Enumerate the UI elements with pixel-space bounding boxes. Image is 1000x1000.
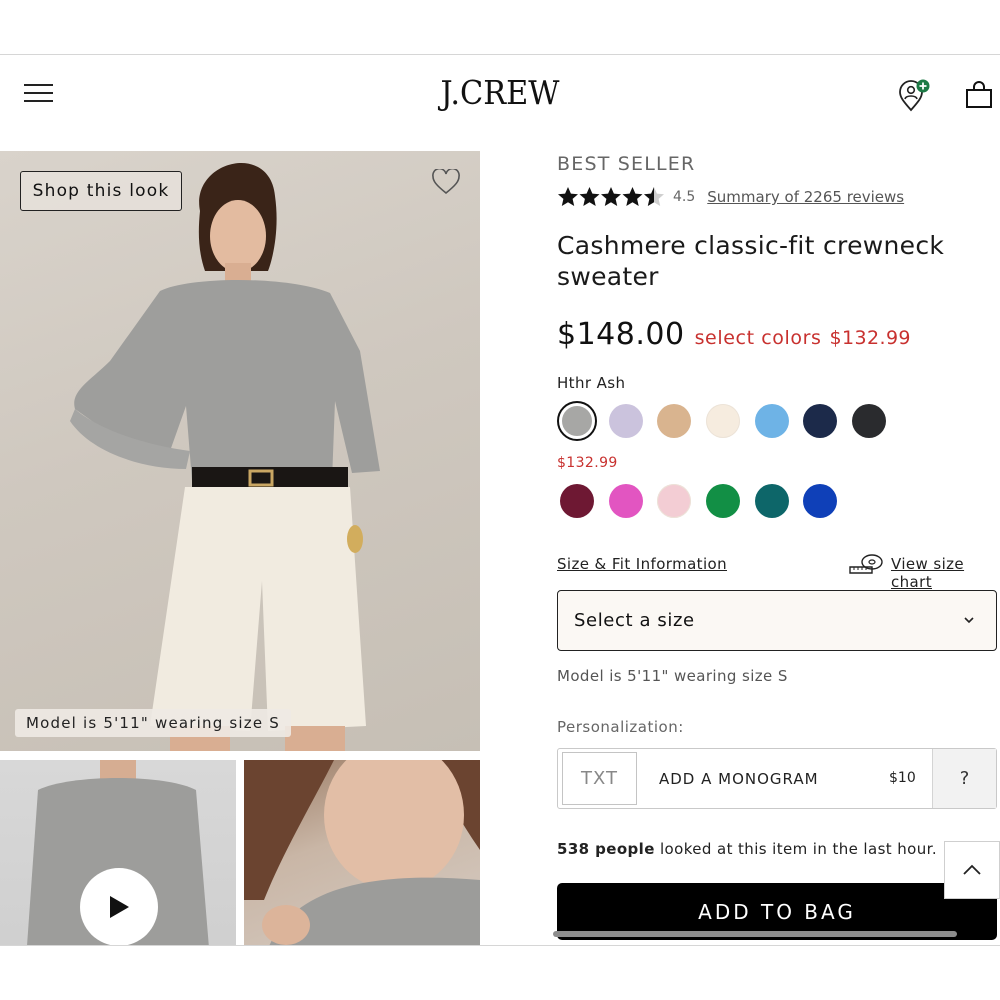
size-select-label: Select a size <box>574 610 695 631</box>
color-swatch-6[interactable] <box>800 401 840 441</box>
sale-price: $132.99 <box>829 327 911 349</box>
brand-logo[interactable]: J.CREW <box>40 73 960 112</box>
color-swatches-sale <box>557 481 849 521</box>
chevron-down-icon <box>964 617 974 624</box>
color-swatch-7[interactable] <box>849 401 889 441</box>
swatch-color <box>608 404 643 438</box>
size-select-dropdown[interactable]: Select a size <box>557 590 997 651</box>
sale-color-swatch-3[interactable] <box>654 481 694 521</box>
play-icon <box>110 896 129 918</box>
swatch-color <box>852 404 887 438</box>
color-swatch-4[interactable] <box>703 401 743 441</box>
selected-color-name: Hthr Ash <box>557 374 626 392</box>
measuring-tape-icon <box>849 554 883 574</box>
play-video-button[interactable] <box>80 868 158 945</box>
swatch-color <box>706 484 741 518</box>
add-monogram-label[interactable]: ADD A MONOGRAM <box>659 770 819 788</box>
sale-color-swatch-2[interactable] <box>606 481 646 521</box>
swatch-color <box>754 404 789 438</box>
color-swatch-1[interactable] <box>557 401 597 441</box>
model-photo <box>70 163 381 751</box>
color-swatch-5[interactable] <box>752 401 792 441</box>
sale-color-swatch-1[interactable] <box>557 481 597 521</box>
swatch-color <box>608 484 643 518</box>
color-swatches-full-price <box>557 401 898 441</box>
star-rating <box>557 186 665 208</box>
monogram-option[interactable]: TXT ADD A MONOGRAM $10 ? <box>557 748 997 809</box>
reviews-summary-link[interactable]: Summary of 2265 reviews <box>707 188 904 206</box>
viewers-text: looked at this item in the last hour. <box>654 840 938 858</box>
size-fit-info-link[interactable]: Size & Fit Information <box>557 555 727 573</box>
sale-colors-price: $132.99 <box>557 455 618 471</box>
best-seller-badge: BEST SELLER <box>557 153 696 175</box>
sale-label: select colors <box>694 327 822 349</box>
model-size-caption: Model is 5'11" wearing size S <box>15 709 291 737</box>
price-row: $148.00 select colors $132.99 <box>557 317 911 352</box>
product-thumbnail-closeup[interactable] <box>244 760 480 945</box>
sale-color-swatch-5[interactable] <box>752 481 792 521</box>
viewers-count: 538 people <box>557 840 655 858</box>
rating-value: 4.5 <box>673 189 696 205</box>
shop-this-look-button[interactable]: Shop this look <box>20 171 182 211</box>
store-locator-icon[interactable] <box>897 79 931 113</box>
horizontal-scrollbar[interactable] <box>553 931 957 937</box>
closeup-photo <box>244 760 480 945</box>
swatch-color <box>657 404 692 438</box>
product-main-image[interactable]: Shop this look Model is 5'11" wearing si… <box>0 151 480 751</box>
product-thumbnail-video[interactable] <box>0 760 236 945</box>
product-title: Cashmere classic-fit crewneck sweater <box>557 231 945 291</box>
swatch-color <box>803 484 838 518</box>
swatch-color <box>706 404 741 438</box>
personalization-label: Personalization: <box>557 718 684 736</box>
sale-color-swatch-6[interactable] <box>800 481 840 521</box>
shopping-bag-icon[interactable] <box>965 81 993 109</box>
regular-price: $148.00 <box>557 317 685 352</box>
site-header: J.CREW <box>0 55 1000 151</box>
swatch-color <box>657 484 692 518</box>
sale-color-swatch-4[interactable] <box>703 481 743 521</box>
monogram-txt-badge: TXT <box>562 752 637 805</box>
swatch-color <box>803 404 838 438</box>
viewers-count-text: 538 people looked at this item in the la… <box>557 840 937 858</box>
back-to-top-button[interactable] <box>944 841 1000 899</box>
page-frame: J.CREW Shop this look Model is 5'11" wea… <box>0 54 1000 946</box>
color-swatch-2[interactable] <box>606 401 646 441</box>
swatch-color <box>561 405 593 437</box>
view-size-chart-link[interactable]: View size chart <box>891 555 1000 591</box>
chevron-up-icon <box>963 864 981 875</box>
model-size-info: Model is 5'11" wearing size S <box>557 667 788 685</box>
monogram-help-button[interactable]: ? <box>932 749 996 808</box>
monogram-price: $10 <box>889 770 916 786</box>
rating-row: 4.5 Summary of 2265 reviews <box>557 186 904 208</box>
stars-icon <box>558 187 664 206</box>
wishlist-heart-icon[interactable] <box>432 169 460 195</box>
color-swatch-3[interactable] <box>654 401 694 441</box>
swatch-color <box>754 484 789 518</box>
swatch-color <box>560 484 594 518</box>
